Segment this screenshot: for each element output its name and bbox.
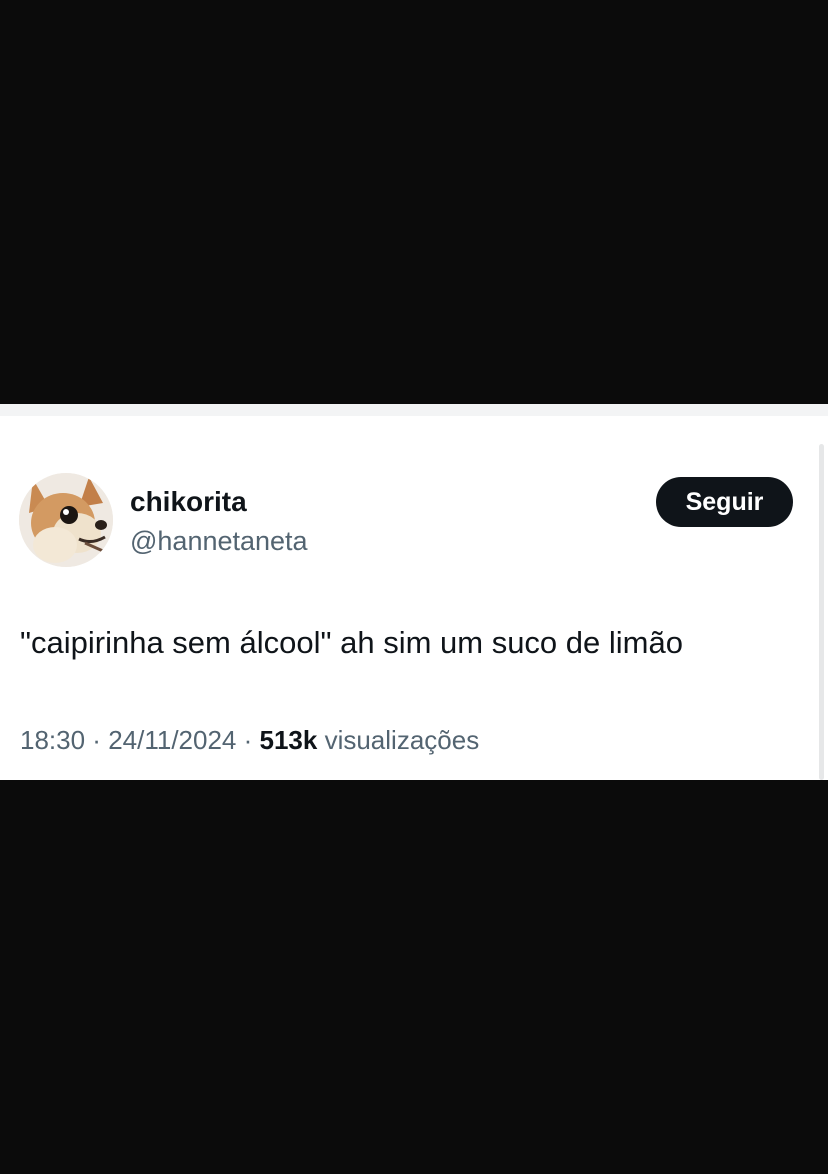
scrollbar-track[interactable] (819, 444, 824, 780)
author-handle[interactable]: @hannetaneta (130, 523, 308, 559)
chihuahua-avatar-image (19, 473, 113, 567)
tweet-time[interactable]: 18:30 (20, 725, 85, 755)
tweet-date[interactable]: 24/11/2024 (108, 725, 236, 755)
card-top-divider (0, 404, 828, 416)
views-count[interactable]: 513k (260, 725, 318, 755)
author-display-name[interactable]: chikorita (130, 484, 247, 520)
meta-separator: · (236, 725, 260, 755)
follow-button[interactable]: Seguir (656, 477, 793, 527)
avatar[interactable] (19, 473, 113, 567)
tweet-card: chikorita @hannetaneta Seguir "caipirinh… (0, 404, 828, 780)
views-label: visualizações (317, 725, 480, 755)
meta-separator: · (85, 725, 109, 755)
tweet-meta: 18:30 · 24/11/2024 · 513k visualizações (20, 722, 479, 758)
tweet-text: "caipirinha sem álcool" ah sim um suco d… (20, 625, 683, 660)
